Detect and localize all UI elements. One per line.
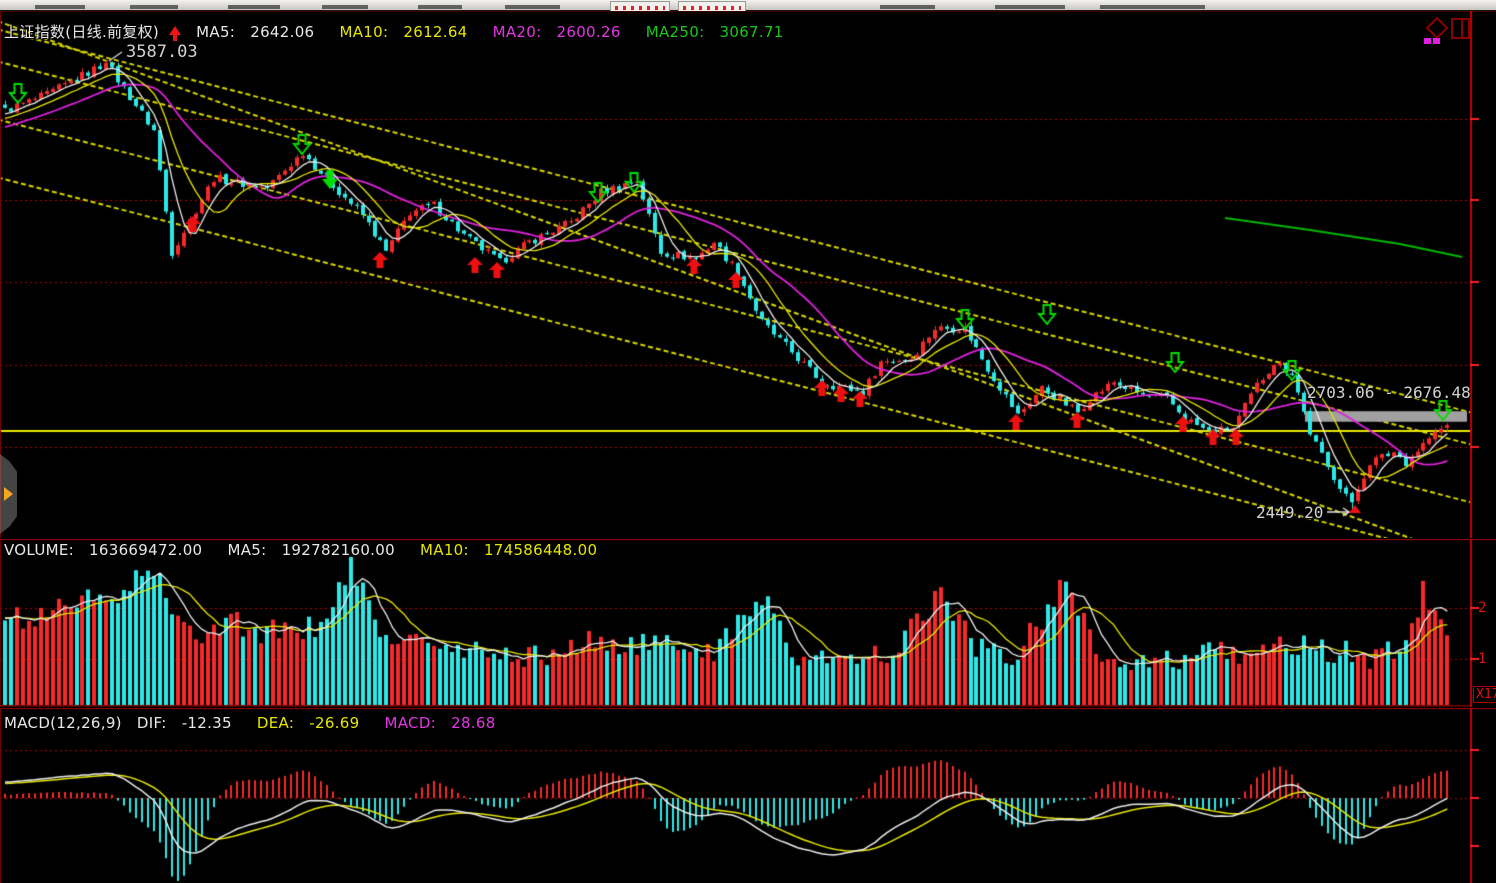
macd-value-label: MACD: xyxy=(385,714,437,732)
dif-value: -12.35 xyxy=(182,714,232,732)
macd-pane-canvas[interactable] xyxy=(0,708,1496,883)
volume-label: VOLUME: xyxy=(4,541,74,559)
ma5-label: MA5: xyxy=(196,23,235,41)
ma5-value: 2642.06 xyxy=(250,23,314,41)
menubar-fragment xyxy=(1100,5,1205,9)
dif-label: DIF: xyxy=(137,714,167,732)
low-price-label: 2449.20 xyxy=(1256,503,1323,522)
dea-label: DEA: xyxy=(257,714,294,732)
menubar-fragment xyxy=(35,5,85,9)
menubar-fragment xyxy=(505,5,560,9)
clipped-red-text xyxy=(683,6,741,10)
macd-params-label: MACD(12,26,9) xyxy=(4,714,122,732)
ma250-value: 3067.71 xyxy=(720,23,784,41)
magenta-marker-icon xyxy=(1433,38,1440,44)
x-scale-label: X17 xyxy=(1473,686,1496,703)
vol-ma10-label: MA10: xyxy=(420,541,469,559)
gap-range-label: 2703.06 - 2676.48 xyxy=(1307,383,1471,402)
macd-header: MACD(12,26,9) DIF: -12.35 DEA: -26.69 MA… xyxy=(4,714,516,732)
chevron-right-icon xyxy=(4,487,13,501)
ma10-value: 2612.64 xyxy=(403,23,467,41)
menubar-fragment xyxy=(418,5,462,9)
main-chart-canvas[interactable] xyxy=(0,11,1496,538)
volume-axis-tick-1: 1 xyxy=(1478,651,1486,667)
peak-price-label: 3587.03 xyxy=(126,42,198,62)
volume-header: VOLUME: 163669472.00 MA5: 192782160.00 M… xyxy=(4,541,617,559)
menubar-fragment xyxy=(130,5,178,9)
magenta-marker-icon xyxy=(1424,38,1431,44)
menubar-fragment xyxy=(995,5,1065,9)
vol-ma5-label: MA5: xyxy=(227,541,266,559)
window-layout-icon[interactable] xyxy=(1451,18,1470,39)
clipped-red-text xyxy=(615,6,665,10)
main-chart-header: 上证指数(日线.前复权) MA5: 2642.06 MA10: 2612.64 … xyxy=(4,21,804,42)
volume-pane-canvas[interactable] xyxy=(0,539,1496,707)
menubar-fragment xyxy=(322,5,368,9)
ma10-label: MA10: xyxy=(339,23,388,41)
vol-ma5-value: 192782160.00 xyxy=(282,541,395,559)
volume-value: 163669472.00 xyxy=(89,541,202,559)
up-arrow-icon xyxy=(169,26,181,35)
vol-ma10-value: 174586448.00 xyxy=(484,541,597,559)
menubar-field[interactable] xyxy=(678,1,746,11)
menubar-fragment xyxy=(880,5,935,9)
menubar-fragment xyxy=(228,5,280,9)
ma20-label: MA20: xyxy=(493,23,542,41)
dea-value: -26.69 xyxy=(309,714,359,732)
volume-axis-tick-2: 2 xyxy=(1478,600,1486,616)
window-divider xyxy=(1461,20,1463,37)
symbol-title: 上证指数(日线.前复权) xyxy=(4,23,159,41)
menubar-field[interactable] xyxy=(610,1,670,11)
macd-value: 28.68 xyxy=(451,714,495,732)
ma20-value: 2600.26 xyxy=(557,23,621,41)
menu-bar[interactable] xyxy=(0,0,1496,11)
ma250-label: MA250: xyxy=(646,23,705,41)
